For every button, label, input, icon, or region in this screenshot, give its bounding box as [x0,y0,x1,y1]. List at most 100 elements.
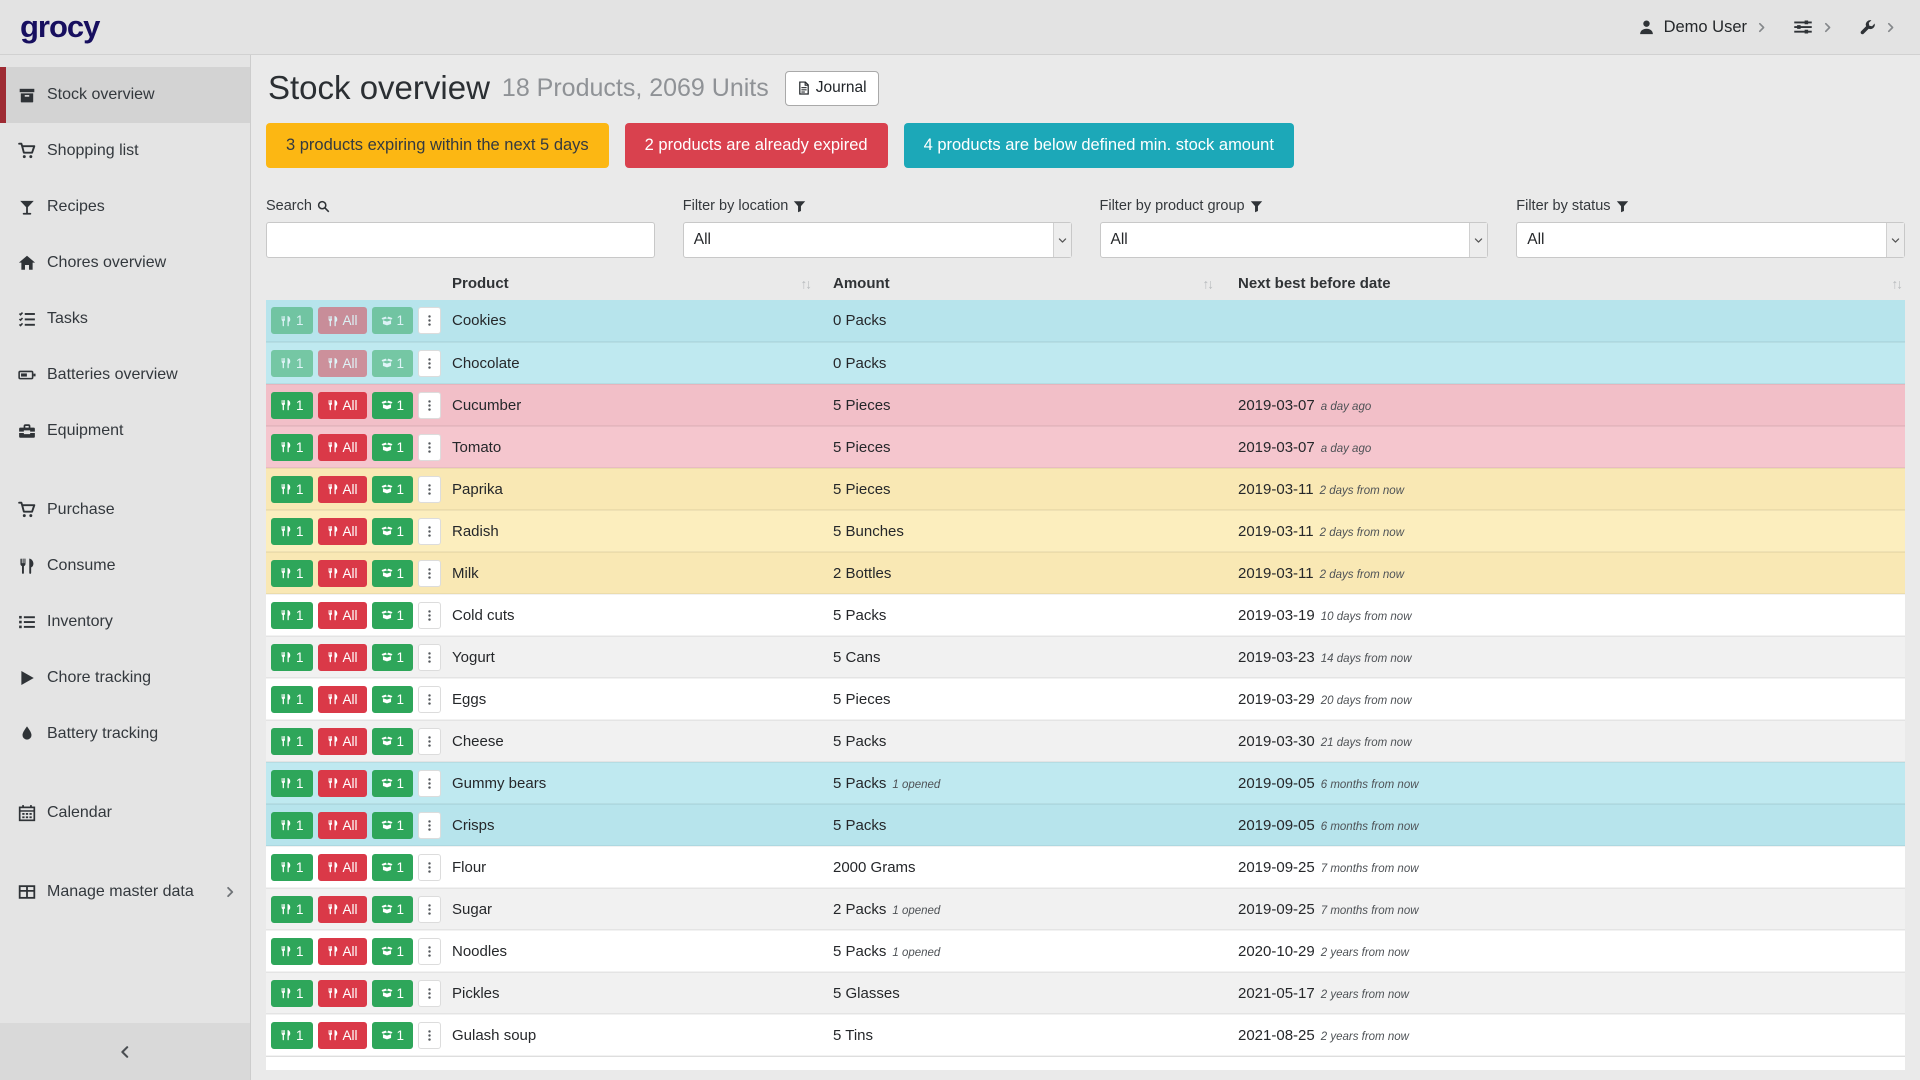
search-input[interactable] [266,222,655,258]
consume-all-button[interactable]: All [318,1022,367,1049]
sidebar-item-purchase[interactable]: Purchase [0,482,250,538]
open-one-button[interactable]: 1 [372,770,414,797]
consume-one-button[interactable]: 1 [271,896,313,923]
product-column-header[interactable]: Product ↑↓ [446,270,814,300]
open-one-button[interactable]: 1 [372,307,414,334]
sidebar-item-battery-tracking[interactable]: Battery tracking [0,706,250,762]
sidebar-collapse-button[interactable] [0,1023,250,1080]
product-group-filter-select[interactable]: All [1100,222,1489,258]
date-column-header[interactable]: Next best before date ↑↓ [1216,270,1905,300]
consume-all-button[interactable]: All [318,560,367,587]
admin-menu[interactable] [1859,19,1896,36]
row-menu-button[interactable] [418,812,441,839]
consume-all-button[interactable]: All [318,854,367,881]
consume-one-button[interactable]: 1 [271,602,313,629]
consume-all-button[interactable]: All [318,686,367,713]
consume-one-button[interactable]: 1 [271,392,313,419]
consume-one-button[interactable]: 1 [271,518,313,545]
consume-one-button[interactable]: 1 [271,980,313,1007]
consume-all-button[interactable]: All [318,644,367,671]
open-one-button[interactable]: 1 [372,350,414,377]
sidebar-item-recipes[interactable]: Recipes [0,179,250,235]
consume-all-button[interactable]: All [318,980,367,1007]
open-one-button[interactable]: 1 [372,938,414,965]
row-menu-button[interactable] [418,602,441,629]
amount-column-header[interactable]: Amount ↑↓ [814,270,1216,300]
sidebar-item-calendar[interactable]: Calendar [0,785,250,841]
open-one-button[interactable]: 1 [372,644,414,671]
open-one-button[interactable]: 1 [372,896,414,923]
consume-one-button[interactable]: 1 [271,476,313,503]
status-filter-select[interactable]: All [1516,222,1905,258]
consume-one-button[interactable]: 1 [271,644,313,671]
settings-menu[interactable] [1793,17,1833,37]
open-one-button[interactable]: 1 [372,686,414,713]
sidebar-item-stock-overview[interactable]: Stock overview [0,67,250,123]
consume-all-button[interactable]: All [318,518,367,545]
consume-all-button[interactable]: All [318,434,367,461]
open-one-button[interactable]: 1 [372,854,414,881]
row-menu-button[interactable] [418,644,441,671]
open-one-button[interactable]: 1 [372,518,414,545]
open-one-button[interactable]: 1 [372,560,414,587]
consume-all-button[interactable]: All [318,770,367,797]
journal-button[interactable]: Journal [785,71,879,106]
open-one-button[interactable]: 1 [372,434,414,461]
open-one-button[interactable]: 1 [372,476,414,503]
consume-all-button[interactable]: All [318,812,367,839]
row-menu-button[interactable] [418,518,441,545]
row-menu-button[interactable] [418,896,441,923]
sidebar-item-shopping-list[interactable]: Shopping list [0,123,250,179]
consume-all-button[interactable]: All [318,728,367,755]
alert-badge-warning[interactable]: 3 products expiring within the next 5 da… [266,123,609,168]
row-menu-button[interactable] [418,980,441,1007]
consume-one-button[interactable]: 1 [271,854,313,881]
row-menu-button[interactable] [418,770,441,797]
sidebar-item-chore-tracking[interactable]: Chore tracking [0,650,250,706]
consume-one-button[interactable]: 1 [271,560,313,587]
row-menu-button[interactable] [418,476,441,503]
sidebar-item-chores-overview[interactable]: Chores overview [0,235,250,291]
consume-one-button[interactable]: 1 [271,728,313,755]
user-menu[interactable]: Demo User [1638,18,1767,37]
row-menu-button[interactable] [418,560,441,587]
row-menu-button[interactable] [418,686,441,713]
consume-all-button[interactable]: All [318,350,367,377]
row-menu-button[interactable] [418,728,441,755]
sidebar-item-consume[interactable]: Consume [0,538,250,594]
sidebar-item-inventory[interactable]: Inventory [0,594,250,650]
consume-all-button[interactable]: All [318,938,367,965]
consume-one-button[interactable]: 1 [271,686,313,713]
open-one-button[interactable]: 1 [372,812,414,839]
open-one-button[interactable]: 1 [372,1022,414,1049]
consume-all-button[interactable]: All [318,896,367,923]
consume-one-button[interactable]: 1 [271,938,313,965]
row-menu-button[interactable] [418,1022,441,1049]
consume-one-button[interactable]: 1 [271,350,313,377]
alert-badge-info[interactable]: 4 products are below defined min. stock … [904,123,1294,168]
row-menu-button[interactable] [418,938,441,965]
row-menu-button[interactable] [418,854,441,881]
open-one-button[interactable]: 1 [372,392,414,419]
consume-all-button[interactable]: All [318,392,367,419]
sidebar-item-tasks[interactable]: Tasks [0,291,250,347]
row-menu-button[interactable] [418,350,441,377]
row-menu-button[interactable] [418,392,441,419]
consume-one-button[interactable]: 1 [271,812,313,839]
consume-all-button[interactable]: All [318,476,367,503]
sidebar-item-manage-master-data[interactable]: Manage master data [0,864,250,920]
sidebar-item-batteries-overview[interactable]: Batteries overview [0,347,250,403]
row-menu-button[interactable] [418,307,441,334]
row-menu-button[interactable] [418,434,441,461]
consume-one-button[interactable]: 1 [271,307,313,334]
open-one-button[interactable]: 1 [372,602,414,629]
consume-all-button[interactable]: All [318,602,367,629]
open-one-button[interactable]: 1 [372,980,414,1007]
consume-all-button[interactable]: All [318,307,367,334]
app-logo[interactable]: grocy [20,9,99,45]
open-one-button[interactable]: 1 [372,728,414,755]
sidebar-item-equipment[interactable]: Equipment [0,403,250,459]
location-filter-select[interactable]: All [683,222,1072,258]
consume-one-button[interactable]: 1 [271,770,313,797]
alert-badge-danger[interactable]: 2 products are already expired [625,123,888,168]
